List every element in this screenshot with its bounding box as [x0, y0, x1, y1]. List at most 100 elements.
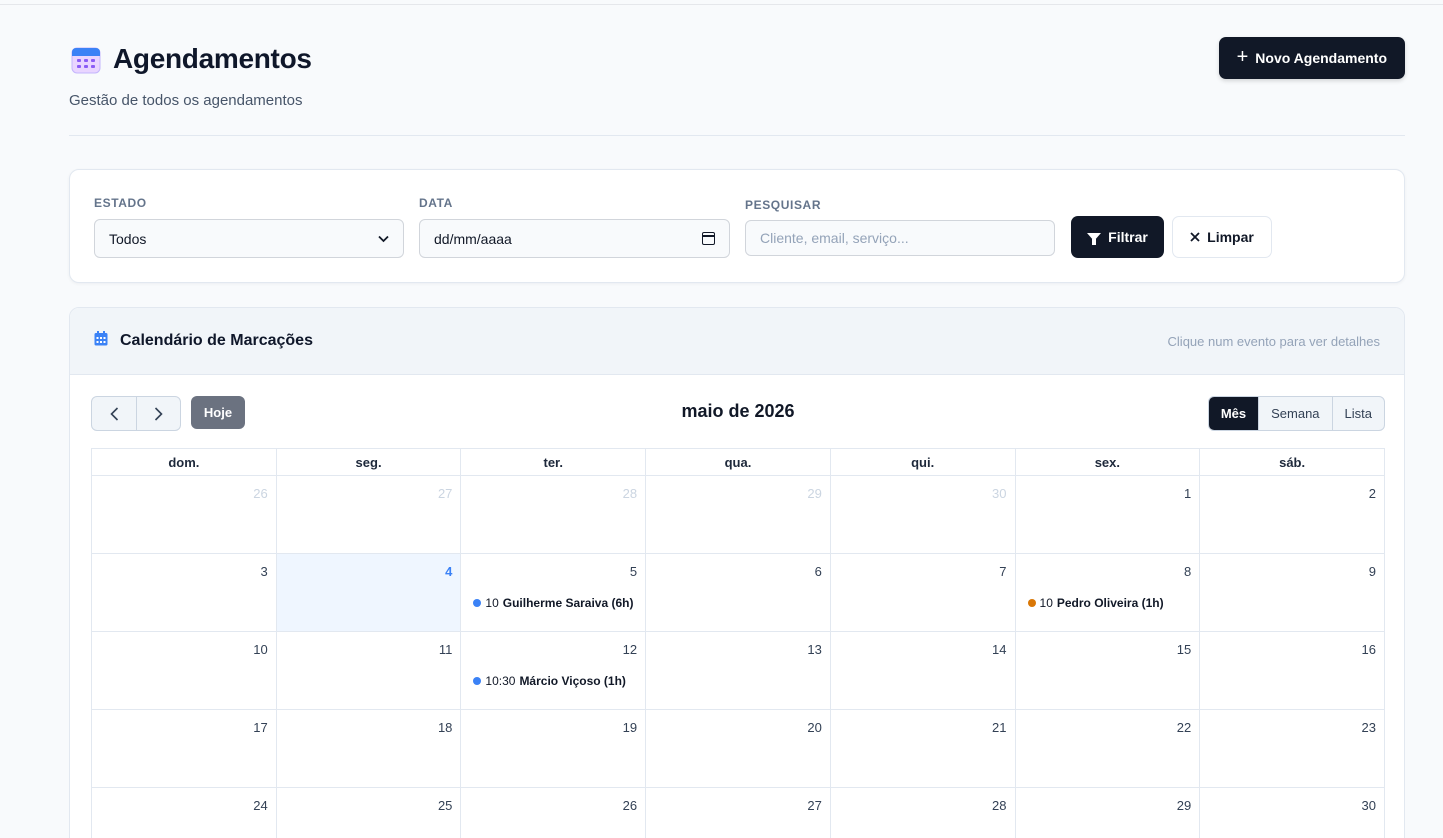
day-cell[interactable]: 13 — [645, 631, 831, 710]
day-number[interactable]: 26 — [623, 798, 637, 813]
day-cell[interactable]: 30 — [1199, 787, 1385, 838]
day-number[interactable]: 29 — [807, 486, 821, 501]
funnel-icon — [1087, 233, 1102, 245]
weekday-header: qua. — [645, 448, 831, 476]
weekday-header: seg. — [275, 448, 462, 476]
day-number[interactable]: 12 — [623, 642, 637, 657]
day-number[interactable]: 14 — [992, 642, 1006, 657]
filter-button[interactable]: Filtrar — [1071, 216, 1164, 258]
day-cell[interactable]: 8 10 Pedro Oliveira (1h) — [1014, 553, 1201, 632]
day-number[interactable]: 7 — [999, 564, 1006, 579]
event-dot-icon — [1027, 599, 1036, 607]
day-cell[interactable]: 1 — [1014, 475, 1201, 554]
day-number[interactable]: 22 — [1177, 720, 1191, 735]
day-number[interactable]: 17 — [253, 720, 267, 735]
calendar-picker-icon[interactable] — [702, 232, 715, 245]
day-number[interactable]: 4 — [445, 564, 452, 579]
day-cell[interactable]: 16 — [1199, 631, 1385, 710]
event-title: Guilherme Saraiva (6h) — [502, 596, 634, 610]
day-number[interactable]: 10 — [253, 642, 267, 657]
day-cell[interactable]: 10 — [91, 631, 277, 710]
day-cell[interactable]: 2 — [1199, 475, 1385, 554]
day-number[interactable]: 28 — [623, 486, 637, 501]
day-number[interactable]: 9 — [1369, 564, 1376, 579]
day-number[interactable]: 30 — [1362, 798, 1376, 813]
day-number[interactable]: 20 — [807, 720, 821, 735]
day-number[interactable]: 25 — [438, 798, 452, 813]
day-cell[interactable]: 22 — [1014, 709, 1201, 788]
day-number[interactable]: 29 — [1177, 798, 1191, 813]
day-cell[interactable]: 14 — [829, 631, 1016, 710]
day-cell[interactable]: 25 — [275, 787, 462, 838]
day-number[interactable]: 26 — [253, 486, 267, 501]
calendar-event[interactable]: 10 Pedro Oliveira (1h) — [1027, 596, 1164, 610]
view-button-0[interactable]: Mês — [1208, 397, 1259, 430]
day-cell[interactable]: 28 — [460, 475, 647, 554]
event-dot-icon — [473, 677, 482, 685]
clear-button[interactable]: Limpar — [1172, 216, 1272, 258]
day-number[interactable]: 11 — [439, 642, 453, 657]
day-number[interactable]: 30 — [992, 486, 1006, 501]
day-cell[interactable]: 6 — [645, 553, 831, 632]
day-number[interactable]: 28 — [992, 798, 1006, 813]
date-input-value: dd/mm/aaaa — [434, 230, 512, 247]
day-number[interactable]: 16 — [1362, 642, 1376, 657]
day-number[interactable]: 21 — [992, 720, 1006, 735]
day-cell[interactable]: 5 10 Guilherme Saraiva (6h) — [460, 553, 647, 632]
day-cell[interactable]: 26 — [91, 475, 277, 554]
day-number[interactable]: 5 — [630, 564, 637, 579]
day-number[interactable]: 19 — [623, 720, 637, 735]
new-appointment-button[interactable]: + Novo Agendamento — [1218, 37, 1405, 79]
calendar-event[interactable]: 10 Guilherme Saraiva (6h) — [473, 596, 633, 610]
calendar-icon — [94, 331, 108, 351]
date-input[interactable]: dd/mm/aaaa — [419, 219, 730, 258]
day-number[interactable]: 27 — [438, 486, 452, 501]
day-number[interactable]: 3 — [260, 564, 267, 579]
view-button-1[interactable]: Semana — [1258, 397, 1331, 430]
day-number[interactable]: 6 — [815, 564, 822, 579]
calendar-event[interactable]: 10:30 Márcio Viçoso (1h) — [473, 674, 626, 688]
page-subtitle: Gestão de todos os agendamentos — [69, 92, 303, 109]
day-number[interactable]: 8 — [1184, 564, 1191, 579]
day-cell[interactable]: 19 — [460, 709, 647, 788]
day-cell[interactable]: 17 — [91, 709, 277, 788]
day-cell[interactable]: 11 — [275, 631, 462, 710]
day-cell[interactable]: 20 — [645, 709, 831, 788]
chevron-down-icon — [378, 232, 389, 246]
day-cell[interactable]: 29 — [645, 475, 831, 554]
search-input[interactable]: Cliente, email, serviço... — [745, 220, 1055, 256]
day-cell[interactable]: 21 — [829, 709, 1016, 788]
day-cell[interactable]: 27 — [645, 787, 831, 838]
day-cell[interactable]: 24 — [91, 787, 277, 838]
day-cell[interactable]: 28 — [829, 787, 1016, 838]
day-cell[interactable]: 9 — [1199, 553, 1385, 632]
day-cell[interactable]: 3 — [91, 553, 277, 632]
view-button-2[interactable]: Lista — [1331, 397, 1384, 430]
day-number[interactable]: 24 — [253, 798, 267, 813]
day-cell[interactable]: 30 — [829, 475, 1016, 554]
day-number[interactable]: 1 — [1184, 486, 1191, 501]
day-number[interactable]: 15 — [1177, 642, 1191, 657]
new-appointment-label: Novo Agendamento — [1255, 50, 1387, 66]
day-cell[interactable]: 18 — [275, 709, 462, 788]
day-cell[interactable]: 29 — [1014, 787, 1201, 838]
day-cell[interactable]: 27 — [275, 475, 462, 554]
event-title: Márcio Viçoso (1h) — [519, 674, 626, 688]
week-row: 10 11 12 10:30 Márcio Viçoso (1h) 13 14 15 16 — [91, 631, 1385, 710]
day-number[interactable]: 2 — [1369, 486, 1376, 501]
day-cell[interactable]: 12 10:30 Márcio Viçoso (1h) — [460, 631, 647, 710]
event-time: 10:30 — [485, 674, 516, 688]
day-number[interactable]: 27 — [807, 798, 821, 813]
day-cell[interactable]: 7 — [829, 553, 1016, 632]
day-number[interactable]: 13 — [807, 642, 821, 657]
day-cell[interactable]: 23 — [1199, 709, 1385, 788]
day-cell[interactable]: 15 — [1014, 631, 1201, 710]
calendar-toolbar: Hoje maio de 2026 Mês Semana Lista — [91, 396, 1385, 431]
day-cell[interactable]: 4 — [275, 553, 462, 632]
day-number[interactable]: 18 — [438, 720, 452, 735]
page-header: Agendamentos Gestão de todos os agendame… — [69, 36, 1405, 136]
weekday-header: sáb. — [1199, 448, 1385, 476]
day-number[interactable]: 23 — [1362, 720, 1376, 735]
day-cell[interactable]: 26 — [460, 787, 647, 838]
status-select[interactable]: Todos — [94, 219, 404, 258]
